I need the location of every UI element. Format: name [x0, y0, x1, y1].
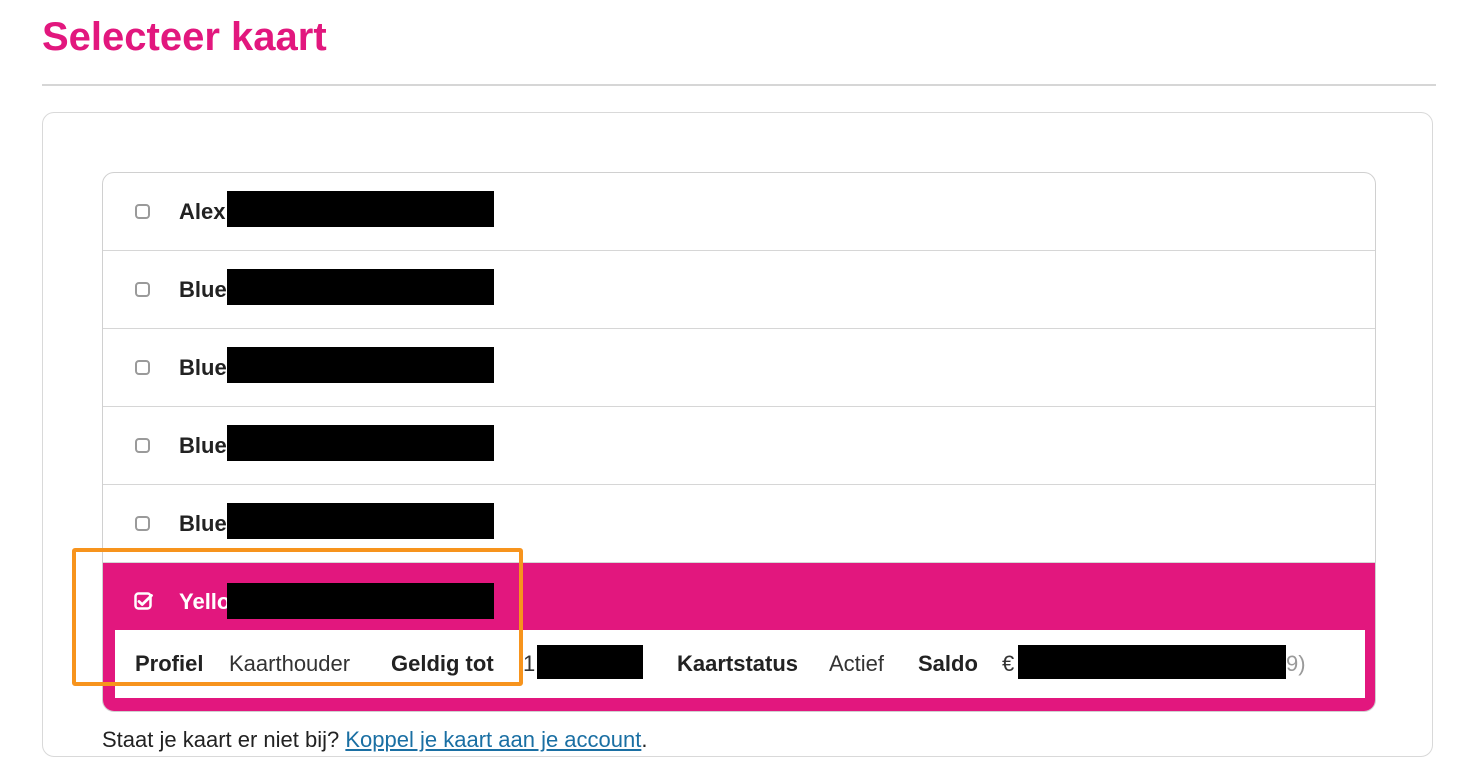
balance-label: Saldo — [918, 651, 978, 676]
status-value: Actief — [829, 651, 885, 676]
redacted-text — [227, 503, 494, 539]
card-option[interactable]: Blue / — [103, 329, 1375, 407]
link-card-to-account-link[interactable]: Koppel je kaart aan je account — [345, 727, 641, 752]
redacted-text — [227, 583, 494, 619]
valid-until-label: Geldig tot — [391, 651, 494, 676]
redacted-text — [227, 347, 494, 383]
footer-question: Staat je kaart er niet bij? — [102, 727, 340, 752]
card-name: Alex — [179, 199, 226, 224]
balance-suffix: 9) — [1286, 651, 1306, 676]
checkbox-unchecked-icon[interactable] — [135, 360, 150, 375]
card-option[interactable]: Blue ) — [103, 407, 1375, 485]
redacted-text — [227, 425, 494, 461]
card-option-selected[interactable]: Yello Profiel Kaarthouder Geldig tot 1 K… — [103, 563, 1375, 711]
card-option[interactable]: Alex — [103, 173, 1375, 251]
profile-label: Profiel — [135, 651, 204, 676]
card-name: Blue — [179, 511, 227, 536]
title-divider — [42, 84, 1436, 86]
page-title: Selecteer kaart — [42, 15, 327, 59]
redacted-text — [1018, 645, 1286, 679]
checkbox-unchecked-icon[interactable] — [135, 516, 150, 531]
redacted-text — [227, 269, 494, 305]
card-list: Alex Blue Blue / Blue ) Blue Yello Profi… — [102, 172, 1376, 712]
card-option[interactable]: Blue — [103, 485, 1375, 563]
redacted-text — [227, 191, 494, 227]
checkbox-unchecked-icon[interactable] — [135, 282, 150, 297]
card-option[interactable]: Blue — [103, 251, 1375, 329]
profile-value: Kaarthouder — [229, 651, 351, 676]
checkbox-checked-icon[interactable] — [134, 592, 153, 611]
card-name: Blue — [179, 433, 227, 458]
footer-period: . — [641, 727, 648, 752]
valid-until-value: 1 — [523, 651, 536, 676]
footer-note: Staat je kaart er niet bij? Koppel je ka… — [102, 727, 647, 753]
balance-currency: € — [1002, 651, 1015, 676]
checkbox-unchecked-icon[interactable] — [135, 204, 150, 219]
redacted-text — [537, 645, 643, 679]
checkbox-unchecked-icon[interactable] — [135, 438, 150, 453]
card-name: Blue — [179, 355, 227, 380]
status-label: Kaartstatus — [677, 651, 799, 676]
card-name: Blue — [179, 277, 227, 302]
card-name: Yello — [179, 589, 231, 614]
card-details: Profiel Kaarthouder Geldig tot 1 Kaartst… — [115, 630, 1365, 698]
